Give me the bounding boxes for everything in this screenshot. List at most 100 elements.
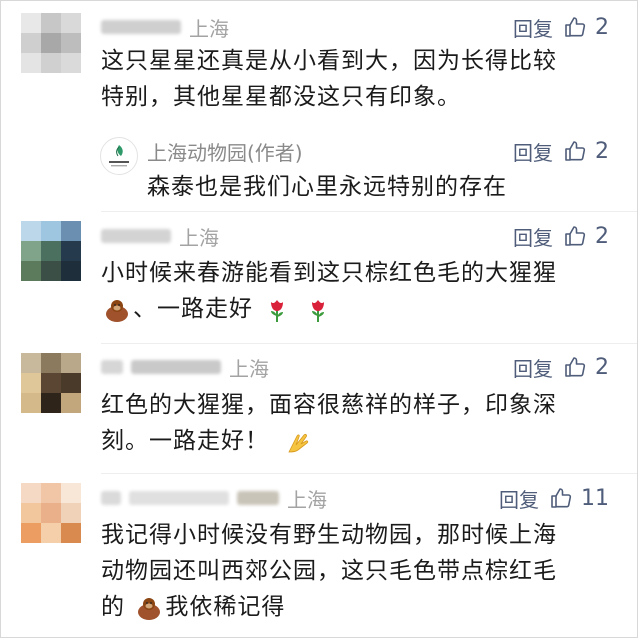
reply-button[interactable]: 回复 bbox=[499, 484, 539, 513]
comment-actions: 回复 2 bbox=[513, 351, 609, 383]
comment-actions: 回复 2 bbox=[513, 220, 609, 252]
avatar-mosaic-cell bbox=[21, 261, 41, 281]
comment-actions: 回复 11 bbox=[499, 482, 609, 514]
comment-line-text: 我依稀记得 bbox=[165, 594, 286, 620]
rose-emoji bbox=[271, 299, 284, 322]
avatar-mosaic-cell bbox=[21, 393, 41, 413]
comment-line-text: 的 bbox=[101, 594, 125, 620]
comment-line-text: 刻。一路走好！ bbox=[101, 428, 269, 454]
avatar-mosaic-cell bbox=[61, 241, 81, 261]
avatar-mosaic-cell bbox=[21, 33, 41, 53]
user-avatar[interactable] bbox=[21, 483, 81, 543]
like-count: 2 bbox=[595, 14, 609, 40]
ip-location: 上海 bbox=[229, 356, 269, 381]
divider bbox=[101, 343, 637, 344]
author-name[interactable]: 上海动物园(作者) bbox=[147, 137, 303, 166]
ip-location: 上海 bbox=[287, 487, 327, 512]
comment-line-text: 、一路走好 bbox=[133, 296, 253, 322]
avatar-mosaic-cell bbox=[61, 373, 81, 393]
avatar-mosaic-cell bbox=[61, 503, 81, 523]
reply-button[interactable]: 回复 bbox=[513, 13, 553, 42]
avatar-mosaic-cell bbox=[41, 353, 61, 373]
avatar-mosaic-cell bbox=[21, 353, 41, 373]
author-avatar[interactable] bbox=[100, 137, 138, 175]
comment-text: 红色的大猩猩，面容很慈祥的样子，印象深 刻。一路走好！ bbox=[101, 387, 621, 459]
ip-location: 上海 bbox=[189, 16, 229, 41]
blurred-username bbox=[129, 491, 229, 505]
like-count: 2 bbox=[595, 354, 609, 380]
comment-header: 上海动物园(作者) bbox=[147, 135, 303, 167]
avatar-mosaic-cell bbox=[61, 261, 81, 281]
reply-button[interactable]: 回复 bbox=[513, 353, 553, 382]
comment-line: 刻。一路走好！ bbox=[101, 423, 621, 459]
gorilla-emoji bbox=[106, 299, 128, 322]
avatar-mosaic-cell bbox=[41, 53, 61, 73]
user-avatar[interactable] bbox=[21, 221, 81, 281]
blurred-username bbox=[131, 360, 221, 374]
comment-line: 特别，其他星星都没这只有印象。 bbox=[101, 84, 461, 110]
thumbs-up-icon bbox=[551, 488, 572, 508]
comment-header: 上海 bbox=[101, 482, 327, 514]
blurred-username bbox=[101, 20, 181, 34]
comment-line: 、一路走好 bbox=[101, 291, 621, 327]
thumbs-up-icon bbox=[565, 357, 586, 377]
comment-line: 的 我依稀记得 bbox=[101, 589, 621, 625]
divider bbox=[101, 473, 637, 474]
comment-line: 我记得小时候没有野生动物园，那时候上海 bbox=[101, 522, 557, 548]
thumbs-up-icon bbox=[565, 226, 586, 246]
blurred-username bbox=[101, 360, 123, 374]
gorilla-emoji bbox=[138, 597, 161, 620]
user-avatar[interactable] bbox=[21, 13, 81, 73]
like-count: 11 bbox=[581, 485, 609, 511]
avatar-mosaic-cell bbox=[21, 221, 41, 241]
divider bbox=[101, 211, 637, 212]
like-count: 2 bbox=[595, 138, 609, 164]
rose-emoji bbox=[311, 299, 324, 322]
thumbs-up-icon bbox=[565, 17, 586, 37]
comment-text: 森泰也是我们心里永远特别的存在 bbox=[147, 169, 617, 205]
avatar-mosaic-cell bbox=[21, 483, 41, 503]
comment-line: 动物园还叫西郊公园，这只毛色带点棕红毛 bbox=[101, 558, 557, 584]
like-button[interactable]: 11 bbox=[549, 486, 609, 511]
comment-actions: 回复 2 bbox=[513, 11, 609, 43]
avatar-mosaic-cell bbox=[61, 393, 81, 413]
avatar-mosaic-cell bbox=[61, 13, 81, 33]
comment-line: 红色的大猩猩，面容很慈祥的样子，印象深 bbox=[101, 392, 557, 418]
avatar-mosaic-cell bbox=[61, 221, 81, 241]
avatar-mosaic-cell bbox=[21, 373, 41, 393]
avatar-mosaic-cell bbox=[41, 523, 61, 543]
comment-list: 上海 回复 2 这只星星还真是从小看到大，因为长得比较 特别，其他星星都没这只有… bbox=[0, 0, 638, 638]
avatar-mosaic-cell bbox=[41, 241, 61, 261]
avatar-mosaic-cell bbox=[61, 523, 81, 543]
avatar-mosaic-cell bbox=[61, 483, 81, 503]
comment-header: 上海 bbox=[101, 220, 219, 252]
blurred-username bbox=[101, 229, 171, 243]
like-button[interactable]: 2 bbox=[563, 139, 609, 164]
avatar-mosaic-cell bbox=[21, 13, 41, 33]
avatar-mosaic-cell bbox=[41, 221, 61, 241]
avatar-mosaic-cell bbox=[21, 523, 41, 543]
avatar-mosaic-cell bbox=[41, 483, 61, 503]
like-button[interactable]: 2 bbox=[563, 355, 609, 380]
comment-text: 这只星星还真是从小看到大，因为长得比较 特别，其他星星都没这只有印象。 bbox=[101, 43, 621, 115]
like-button[interactable]: 2 bbox=[563, 15, 609, 40]
avatar-mosaic-cell bbox=[61, 353, 81, 373]
comment-text: 我记得小时候没有野生动物园，那时候上海 动物园还叫西郊公园，这只毛色带点棕红毛 … bbox=[101, 517, 621, 625]
comment-header: 上海 bbox=[101, 11, 229, 43]
comment-header: 上海 bbox=[101, 351, 269, 383]
comment-actions: 回复 2 bbox=[513, 135, 609, 167]
avatar-mosaic-cell bbox=[21, 53, 41, 73]
avatar-mosaic-cell bbox=[21, 241, 41, 261]
comment-text: 小时候来春游能看到这只棕红色毛的大猩猩 、一路走好 bbox=[101, 255, 621, 327]
avatar-mosaic-cell bbox=[41, 503, 61, 523]
avatar-mosaic-cell bbox=[21, 503, 41, 523]
like-count: 2 bbox=[595, 223, 609, 249]
blurred-username bbox=[101, 491, 121, 505]
avatar-mosaic-cell bbox=[41, 13, 61, 33]
reply-button[interactable]: 回复 bbox=[513, 222, 553, 251]
avatar-mosaic-cell bbox=[41, 373, 61, 393]
like-button[interactable]: 2 bbox=[563, 224, 609, 249]
avatar-mosaic-cell bbox=[41, 33, 61, 53]
reply-button[interactable]: 回复 bbox=[513, 137, 553, 166]
user-avatar[interactable] bbox=[21, 353, 81, 413]
